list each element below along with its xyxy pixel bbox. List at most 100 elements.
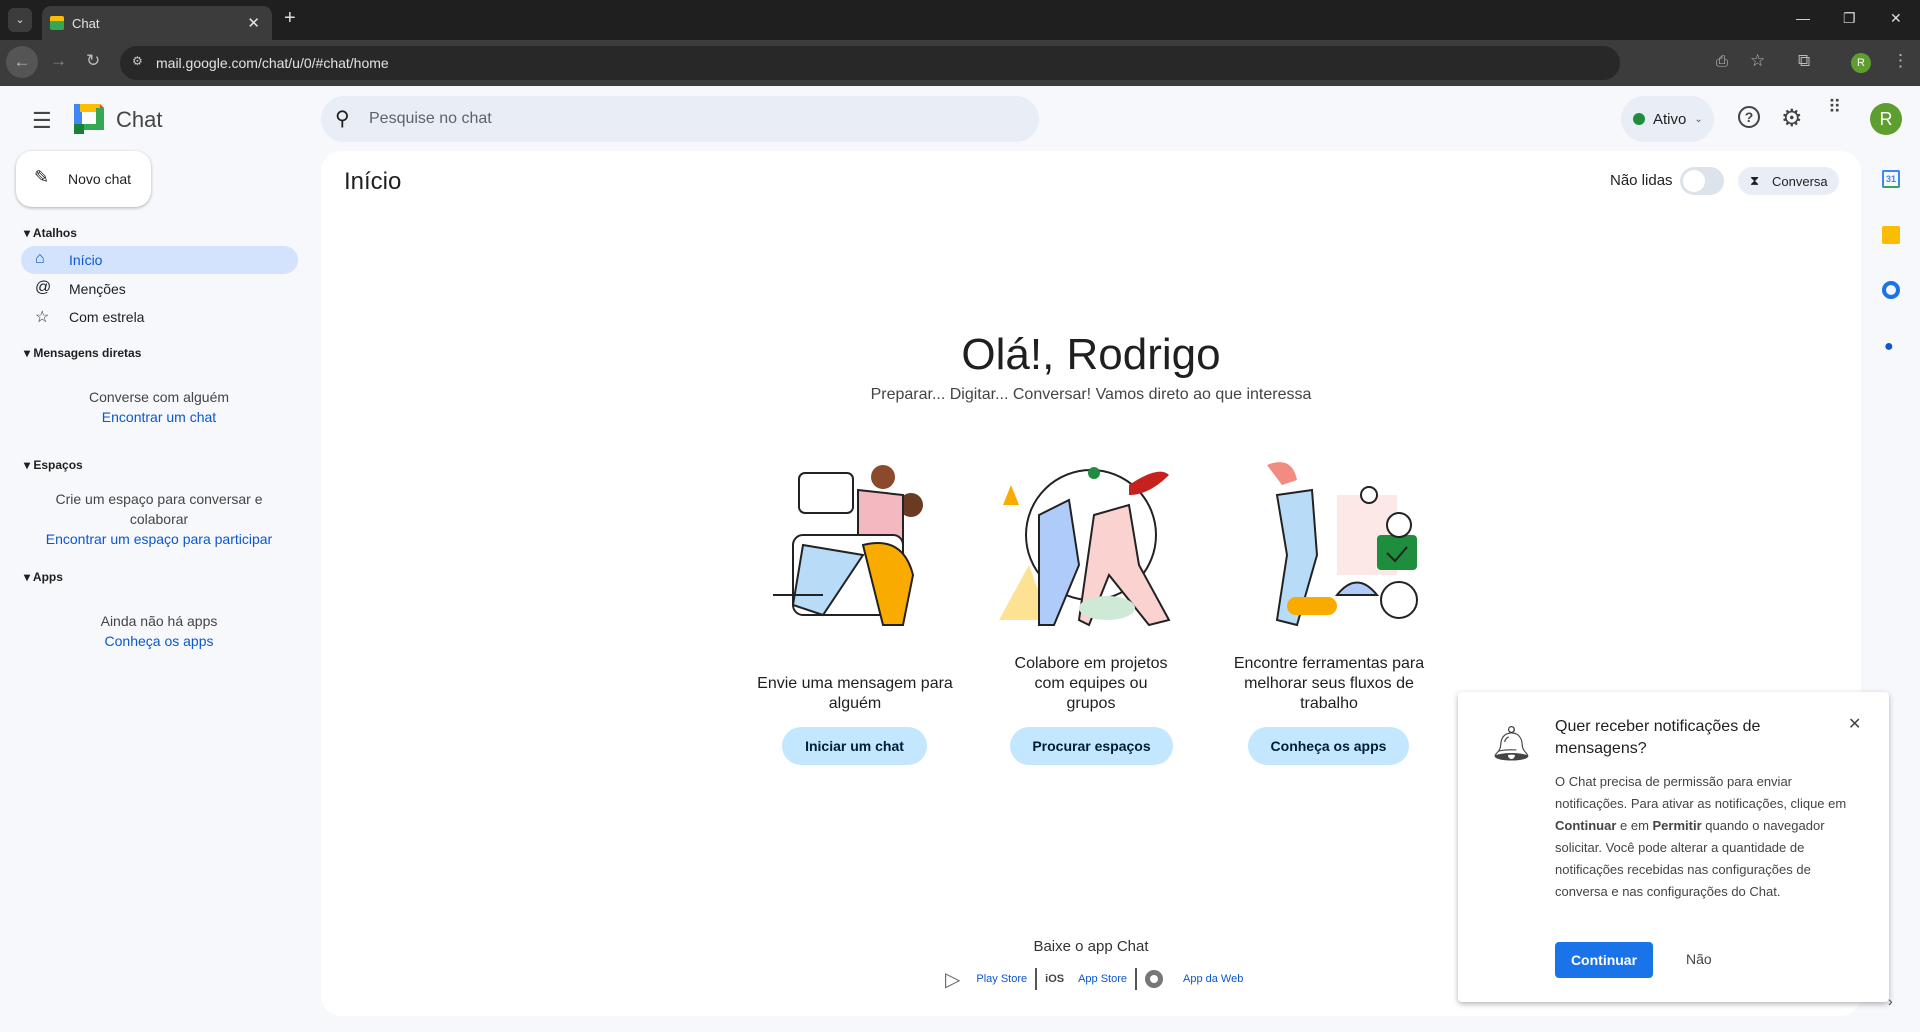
new-chat-button[interactable]: ✎ Novo chat — [16, 151, 151, 207]
conversa-button[interactable]: ⧗ Conversa — [1738, 167, 1839, 195]
main-menu-icon[interactable]: ☰ — [32, 108, 52, 134]
explore-apps-button[interactable]: Conheça os apps — [1248, 727, 1409, 765]
card-caption: Colabore em projetos com equipes ou grup… — [1014, 655, 1168, 712]
section-spaces[interactable]: ▾ Espaços — [24, 458, 83, 472]
close-window-button[interactable]: ✕ — [1890, 10, 1902, 27]
conversation-view-icon: ⧗ — [1750, 173, 1760, 188]
unread-toggle[interactable] — [1680, 167, 1724, 195]
new-chat-icon: ✎ — [34, 167, 50, 187]
tasks-icon[interactable] — [1882, 281, 1900, 299]
download-heading: Baixe o app Chat — [1033, 938, 1149, 955]
notification-dialog: 🔔︎ Quer receber notificações de mensagen… — [1458, 692, 1889, 1002]
divider — [1135, 968, 1138, 990]
bell-icon: 🔔︎ — [1490, 725, 1534, 763]
help-icon[interactable]: ? — [1738, 106, 1760, 128]
section-label: Espaços — [33, 458, 83, 472]
dm-empty-text: Converse com alguém — [88, 389, 230, 405]
url-bar[interactable]: ⚙ mail.google.com/chat/u/0/#chat/home — [120, 46, 1620, 80]
section-label: Mensagens diretas — [33, 346, 142, 360]
google-apps-icon[interactable]: ⠿ — [1828, 98, 1848, 116]
conversa-label: Conversa — [1772, 173, 1828, 189]
play-store-link[interactable]: Play Store — [976, 973, 1027, 985]
ios-icon: iOS — [1045, 973, 1065, 985]
sidebar-item-label: Com estrela — [69, 309, 145, 325]
keep-icon[interactable] — [1882, 226, 1900, 244]
message-illustration — [773, 465, 923, 626]
chrome-icon — [1145, 970, 1164, 988]
no-button[interactable]: Não — [1686, 951, 1712, 967]
search-icon: ⚲ — [335, 108, 350, 130]
browser-profile-avatar[interactable]: R — [1851, 53, 1871, 73]
install-app-icon[interactable]: ⎙ — [1716, 53, 1728, 70]
chevron-down-icon: ⌄ — [1694, 113, 1703, 125]
close-dialog-icon[interactable]: ✕ — [1848, 714, 1861, 734]
explore-apps-link[interactable]: Conheça os apps — [9, 633, 309, 649]
sidebar-item-mencoes[interactable]: @ Menções — [21, 275, 298, 303]
app-name: Chat — [116, 107, 163, 132]
dialog-bold-text: Continuar — [1555, 818, 1617, 833]
browser-tab[interactable]: Chat ✕ — [42, 6, 272, 40]
dialog-body: O Chat precisa de permissão para enviar … — [1555, 771, 1865, 903]
status-dot-icon — [1633, 113, 1645, 125]
card-caption: Envie uma mensagem para alguém — [757, 675, 953, 712]
forward-button[interactable]: → — [50, 51, 67, 71]
toggle-knob — [1683, 170, 1705, 192]
at-icon: @ — [35, 279, 52, 296]
section-label: Apps — [32, 570, 63, 584]
browser-menu-icon[interactable]: ⋮ — [1892, 51, 1909, 71]
web-app-link[interactable]: App da Web — [1183, 973, 1243, 985]
search-placeholder: Pesquise no chat — [369, 110, 492, 127]
chat-favicon-icon — [50, 16, 64, 30]
account-avatar[interactable]: R — [1870, 103, 1902, 135]
bookmark-star-icon[interactable]: ☆ — [1750, 51, 1765, 71]
search-input[interactable]: ⚲ Pesquise no chat — [321, 96, 1039, 142]
sidebar-item-label: Início — [69, 252, 103, 268]
find-chat-link[interactable]: Encontrar um chat — [9, 409, 309, 425]
greeting: Olá!, Rodrigo — [961, 330, 1221, 379]
browse-spaces-button[interactable]: Procurar espaços — [1010, 727, 1173, 765]
new-tab-button[interactable]: + — [284, 7, 296, 30]
unread-label: Não lidas — [1610, 172, 1673, 189]
find-space-link[interactable]: Encontrar um espaço para participar — [9, 531, 309, 547]
dialog-body-text: O Chat precisa de permissão para enviar … — [1555, 774, 1847, 811]
app-store-link[interactable]: App Store — [1078, 973, 1127, 985]
tab-close-icon[interactable]: ✕ — [247, 14, 260, 32]
greeting-subtitle: Preparar... Digitar... Conversar! Vamos … — [870, 386, 1312, 403]
apps-illustration — [1267, 462, 1418, 627]
divider — [1035, 968, 1038, 990]
status-label: Ativo — [1653, 110, 1687, 128]
play-store-icon: ▷ — [945, 968, 961, 991]
apps-empty-text: Ainda não há apps — [100, 613, 218, 629]
url-text: mail.google.com/chat/u/0/#chat/home — [156, 55, 389, 71]
section-apps[interactable]: ▾ Apps — [24, 570, 63, 584]
dialog-title: Quer receber notificações de mensagens? — [1555, 718, 1761, 757]
home-icon: ⌂ — [35, 250, 45, 267]
section-label: Atalhos — [32, 226, 77, 240]
site-info-icon[interactable]: ⚙ — [132, 54, 143, 68]
continue-button[interactable]: Continuar — [1555, 942, 1653, 978]
spaces-empty-text: Crie um espaço para conversar e — [55, 491, 263, 507]
reload-button[interactable]: ↻ — [86, 51, 100, 71]
dialog-body-text: e em — [1616, 818, 1653, 833]
star-icon: ☆ — [35, 309, 50, 326]
page-title: Início — [344, 168, 402, 195]
contacts-icon[interactable]: ● — [1884, 338, 1894, 356]
extensions-icon[interactable]: ⧉ — [1798, 51, 1810, 71]
card-caption: Encontre ferramentas para melhorar seus … — [1233, 655, 1425, 712]
chat-logo-icon — [74, 104, 104, 134]
start-chat-button[interactable]: Iniciar um chat — [782, 727, 927, 765]
sidebar-item-inicio[interactable]: ⌂ Início — [21, 246, 298, 274]
calendar-icon[interactable]: 31 — [1882, 170, 1900, 188]
minimize-button[interactable]: — — [1796, 10, 1810, 26]
back-button[interactable]: ← — [6, 46, 38, 78]
settings-gear-icon[interactable]: ⚙ — [1781, 104, 1803, 133]
collaborate-illustration — [999, 467, 1171, 627]
tab-search-button[interactable]: ⌄ — [8, 8, 32, 32]
dialog-bold-text: Permitir — [1652, 818, 1702, 833]
sidebar-item-label: Menções — [69, 281, 126, 297]
sidebar-item-com-estrela[interactable]: ☆ Com estrela — [21, 303, 298, 331]
status-dropdown[interactable]: Ativo ⌄ — [1621, 96, 1714, 142]
section-direct-messages[interactable]: ▾ Mensagens diretas — [24, 346, 141, 360]
section-shortcuts[interactable]: ▾ Atalhos — [24, 226, 77, 240]
restore-button[interactable]: ❐ — [1843, 10, 1856, 27]
